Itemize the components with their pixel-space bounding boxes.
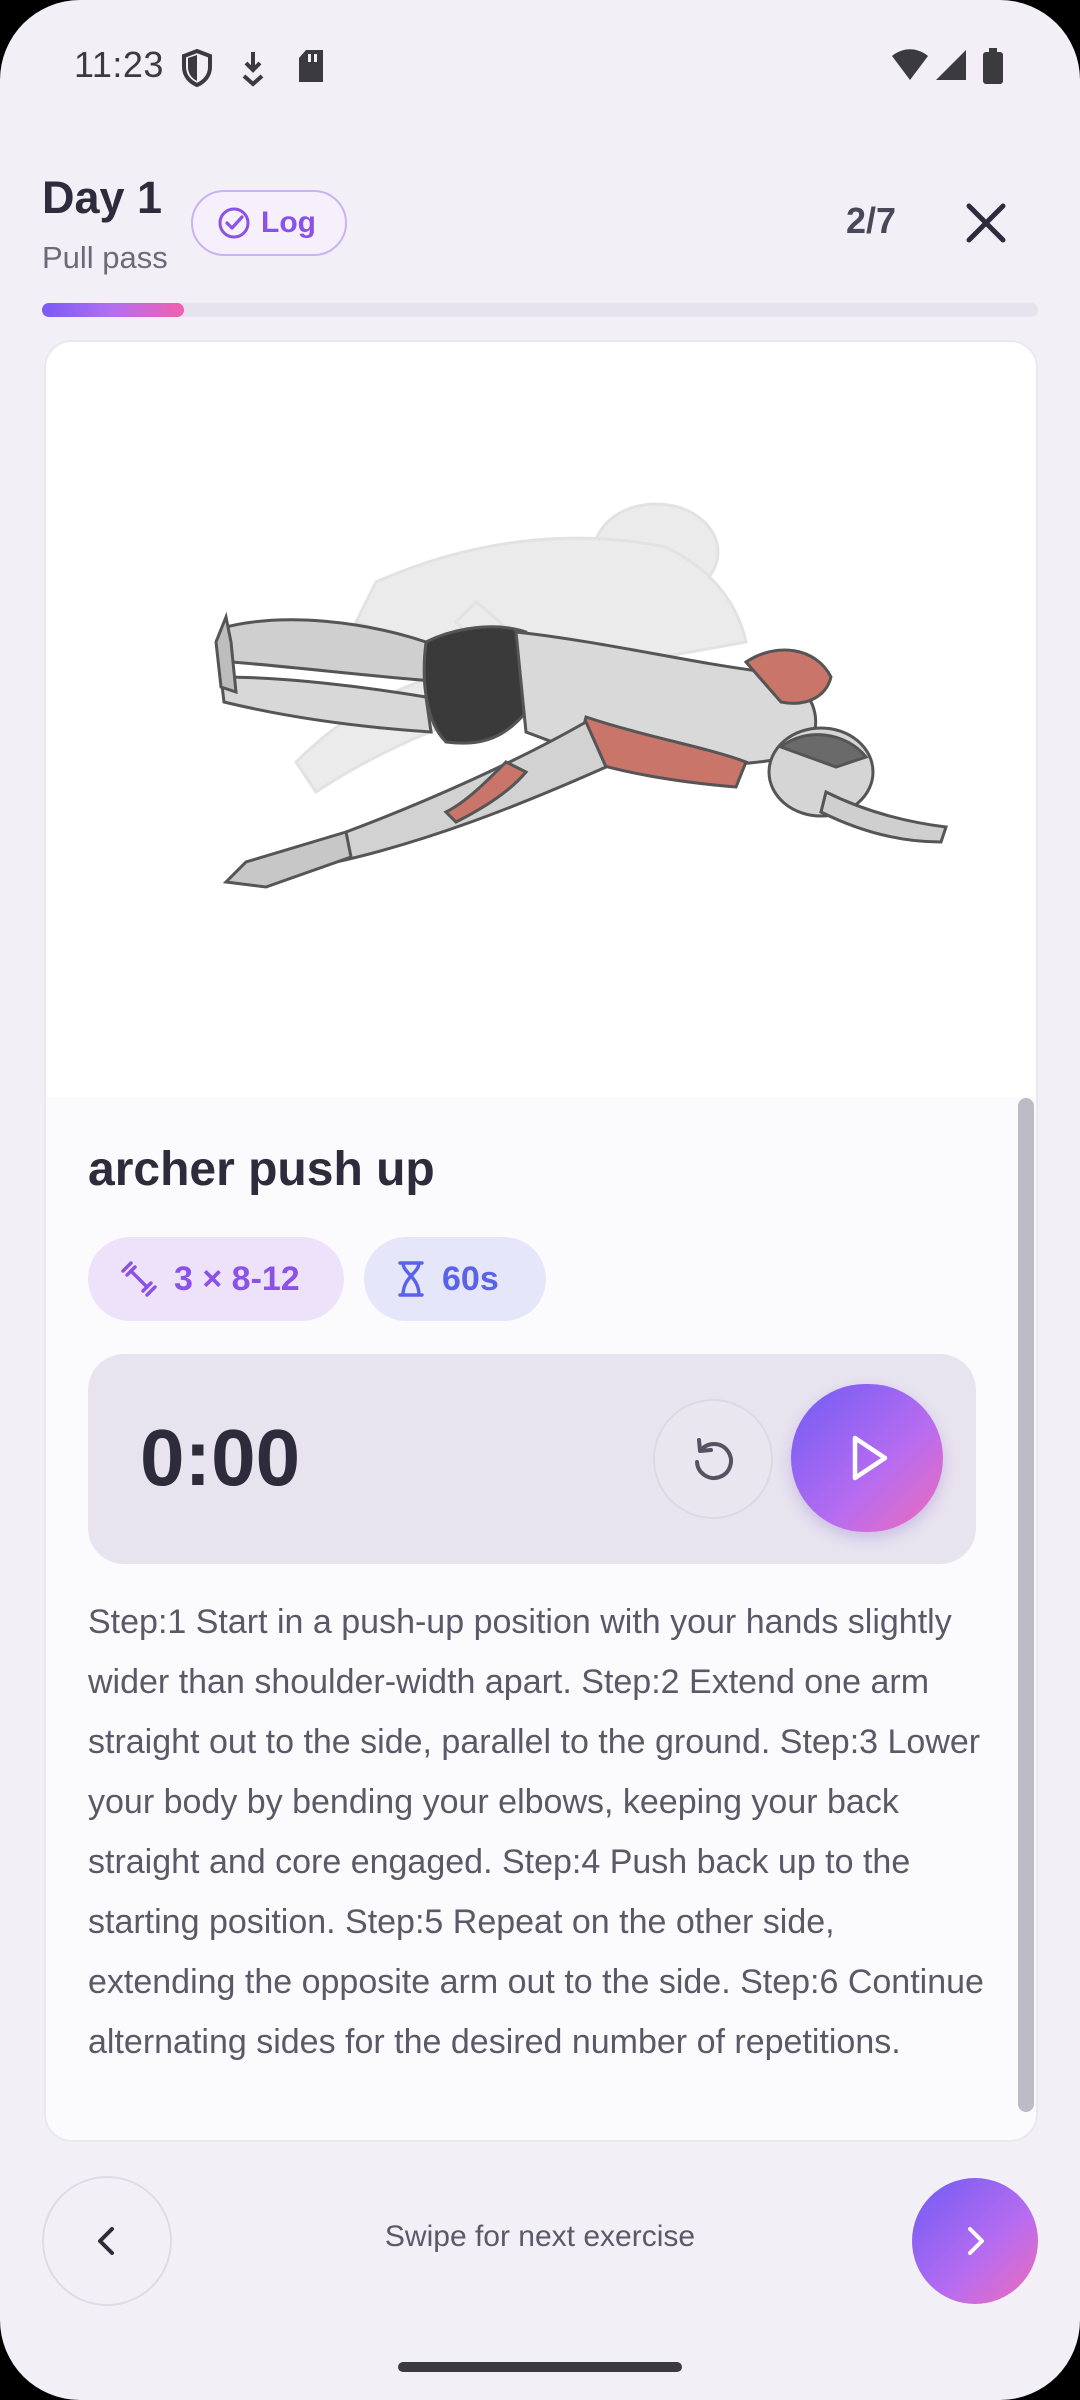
status-bar: 11:23 (0, 0, 1080, 130)
workout-progress-fill (42, 303, 185, 317)
timer-display: 0:00 (140, 1413, 301, 1502)
hourglass-icon (398, 1261, 424, 1297)
dumbbell-icon (121, 1261, 157, 1297)
exercise-instructions: Step:1 Start in a push-up position with … (88, 1603, 984, 2061)
exercise-counter: 2/7 (846, 200, 897, 241)
exercise-name: archer push up (88, 1143, 435, 1196)
card-scrollbar[interactable] (1018, 1098, 1034, 2112)
sd-card-icon (299, 50, 323, 82)
sets-reps-chip: 3 × 8-12 (88, 1237, 344, 1321)
day-subtitle: Pull pass (42, 240, 168, 275)
battery-icon (983, 48, 1003, 84)
log-label: Log (261, 206, 316, 239)
wifi-icon (892, 49, 928, 80)
log-button[interactable]: Log (191, 190, 347, 256)
exercise-illustration (214, 502, 949, 889)
exercise-image (46, 342, 1036, 1097)
timer-panel: 0:00 (88, 1354, 976, 1564)
shield-icon (182, 48, 212, 88)
reset-icon (695, 1438, 733, 1480)
reset-timer-button[interactable] (653, 1399, 773, 1519)
workout-progress-bar (42, 303, 1038, 317)
rest-time-chip: 60s (364, 1237, 546, 1321)
check-circle-icon (218, 207, 250, 239)
close-icon[interactable] (955, 192, 1017, 254)
exercise-card[interactable]: archer push up 3 × 8-12 60s 0:00 Step:1 … (44, 340, 1038, 2142)
home-indicator[interactable] (398, 2362, 682, 2372)
download-icon (242, 52, 264, 87)
start-timer-button[interactable] (791, 1384, 943, 1532)
chevron-right-icon (968, 2227, 984, 2255)
rest-time-label: 60s (442, 1259, 499, 1298)
sets-reps-label: 3 × 8-12 (174, 1259, 300, 1298)
signal-icon (936, 50, 966, 80)
workout-screen: 11:23 Day 1 Pull pass Log 2/7 archer pus… (0, 0, 1080, 2400)
play-icon (852, 1435, 888, 1481)
next-exercise-button[interactable] (912, 2178, 1038, 2304)
status-time: 11:23 (74, 44, 164, 85)
day-title: Day 1 (42, 172, 163, 223)
